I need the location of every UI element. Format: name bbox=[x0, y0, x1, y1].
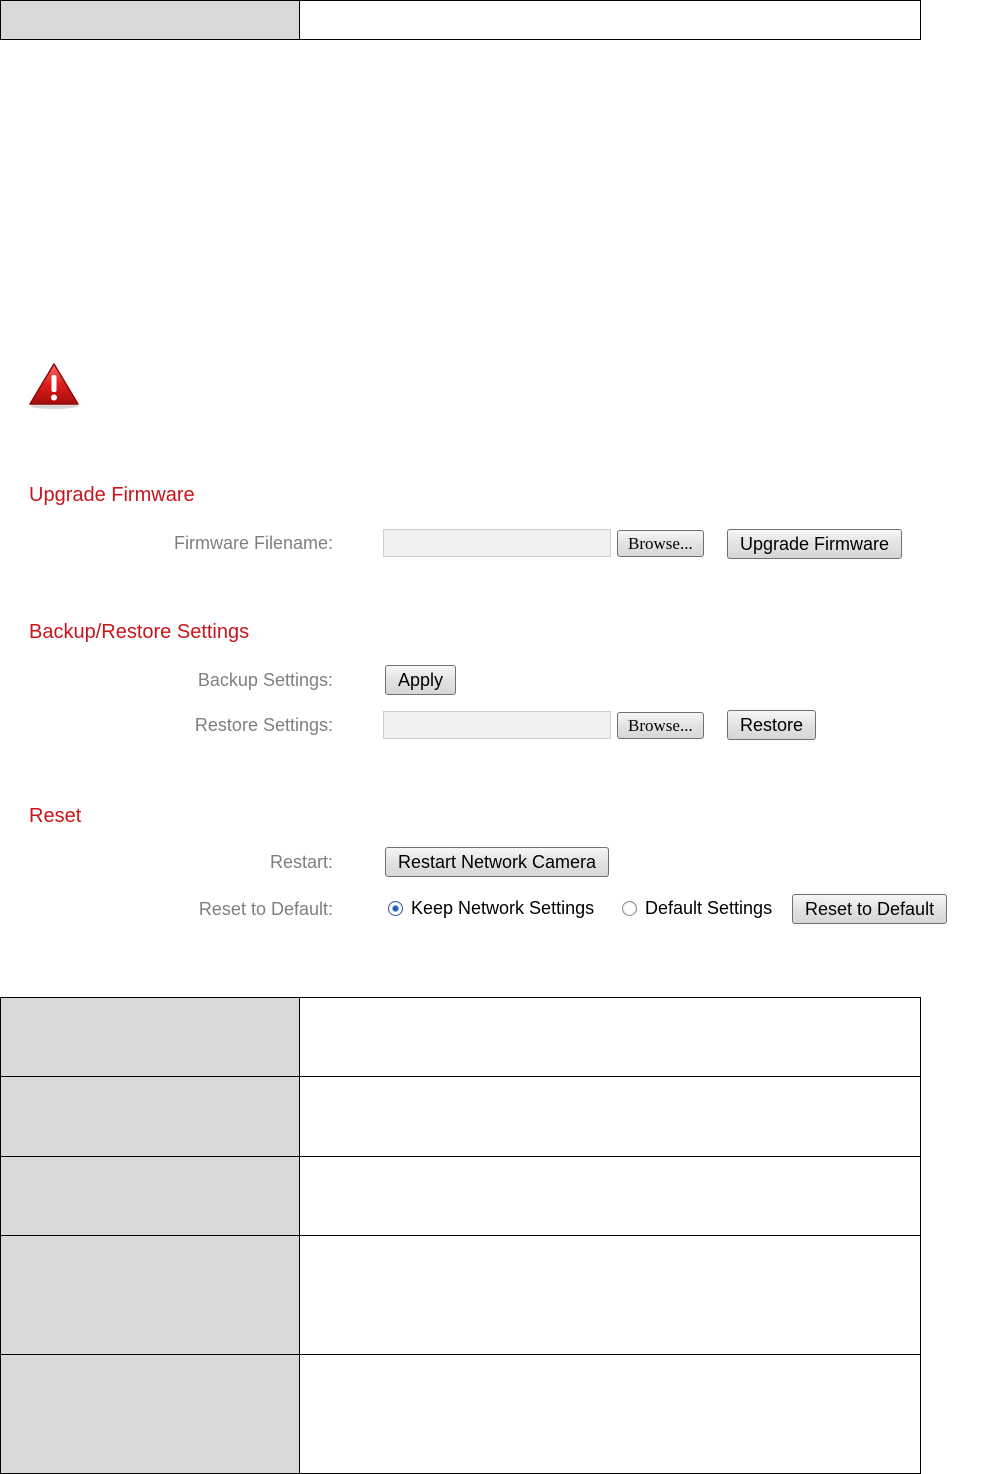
table-key-cell bbox=[1, 998, 300, 1076]
upgrade-firmware-button[interactable]: Upgrade Firmware bbox=[727, 529, 903, 559]
table-row bbox=[1, 1077, 920, 1157]
restore-browse-button[interactable]: Browse... bbox=[617, 712, 704, 739]
reset-title: Reset bbox=[29, 805, 82, 827]
warning-triangle-icon bbox=[29, 363, 79, 409]
restore-settings-label: Restore Settings: bbox=[194, 715, 333, 735]
table-value-cell bbox=[300, 1157, 920, 1235]
table-row bbox=[1, 1236, 920, 1355]
table-row bbox=[1, 998, 920, 1077]
restore-button[interactable]: Restore bbox=[727, 710, 817, 740]
top-table bbox=[0, 0, 921, 40]
reset-to-default-label: Reset to Default: bbox=[198, 899, 333, 919]
description-table bbox=[0, 997, 921, 1474]
backup-apply-button[interactable]: Apply bbox=[385, 665, 457, 695]
firmware-browse-button[interactable]: Browse... bbox=[617, 530, 704, 557]
top-table-value-cell bbox=[300, 1, 920, 39]
keep-network-settings-label[interactable]: Keep Network Settings bbox=[411, 898, 594, 919]
table-key-cell bbox=[1, 1236, 300, 1354]
default-settings-radio[interactable] bbox=[622, 901, 637, 916]
table-value-cell bbox=[300, 1077, 920, 1156]
table-value-cell bbox=[300, 1355, 920, 1473]
upgrade-firmware-title: Upgrade Firmware bbox=[29, 484, 195, 506]
restart-network-camera-button[interactable]: Restart Network Camera bbox=[385, 847, 610, 877]
reset-to-default-button[interactable]: Reset to Default bbox=[792, 894, 948, 924]
top-table-key-cell bbox=[1, 1, 300, 39]
table-key-cell bbox=[1, 1157, 300, 1235]
default-settings-label[interactable]: Default Settings bbox=[645, 898, 772, 919]
table-key-cell bbox=[1, 1077, 300, 1156]
keep-network-settings-radio[interactable] bbox=[388, 901, 403, 916]
backup-restore-title: Backup/Restore Settings bbox=[29, 621, 250, 643]
table-key-cell bbox=[1, 1355, 300, 1473]
table-row bbox=[1, 1355, 920, 1473]
table-value-cell bbox=[300, 998, 920, 1076]
table-value-cell bbox=[300, 1236, 920, 1354]
firmware-filename-label: Firmware Filename: bbox=[173, 533, 333, 553]
restore-filename-input[interactable] bbox=[383, 711, 611, 739]
firmware-filename-input[interactable] bbox=[383, 529, 611, 557]
table-row bbox=[1, 1157, 920, 1236]
restart-label: Restart: bbox=[269, 852, 333, 872]
backup-settings-label: Backup Settings: bbox=[197, 670, 333, 690]
